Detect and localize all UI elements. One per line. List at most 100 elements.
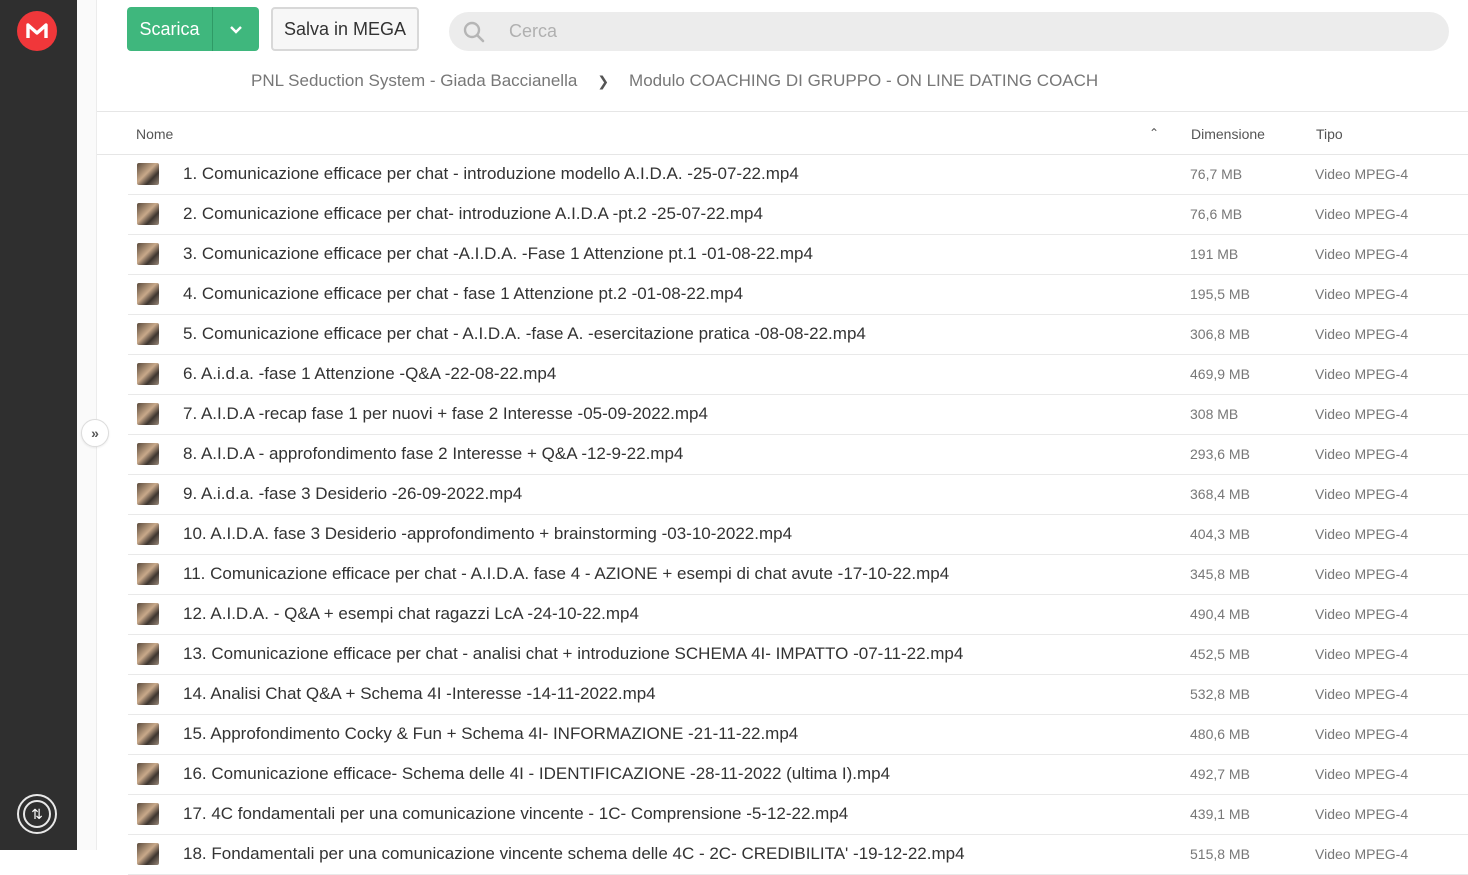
- file-type: Video MPEG-4: [1315, 166, 1409, 182]
- video-thumbnail: [137, 403, 159, 425]
- file-size: 532,8 MB: [1190, 686, 1250, 702]
- sidebar: ⇅: [0, 0, 77, 850]
- file-type: Video MPEG-4: [1315, 406, 1409, 422]
- file-name: 12. A.I.D.A. - Q&A + esempi chat ragazzi…: [183, 604, 639, 623]
- file-size: 490,4 MB: [1190, 606, 1250, 622]
- file-type: Video MPEG-4: [1315, 246, 1409, 262]
- chevron-right-icon: ❯: [597, 72, 610, 89]
- video-thumbnail: [137, 323, 159, 345]
- expand-sidebar-button[interactable]: »: [81, 419, 109, 447]
- file-name: 4. Comunicazione efficace per chat - fas…: [183, 284, 744, 303]
- table-row[interactable]: 5. Comunicazione efficace per chat - A.I…: [128, 315, 1468, 355]
- double-chevron-right-icon: »: [91, 425, 99, 441]
- file-size: 515,8 MB: [1190, 846, 1250, 862]
- file-type: Video MPEG-4: [1315, 726, 1409, 742]
- table-row[interactable]: 11. Comunicazione efficace per chat - A.…: [128, 555, 1468, 595]
- table-header: Nome ⌃ Dimensione Tipo: [97, 113, 1468, 155]
- video-thumbnail: [137, 283, 159, 305]
- download-options-button[interactable]: [213, 7, 259, 51]
- file-size: 345,8 MB: [1190, 566, 1250, 582]
- file-size: 306,8 MB: [1190, 326, 1250, 342]
- table-row[interactable]: 15. Approfondimento Cocky & Fun + Schema…: [128, 715, 1468, 755]
- file-type: Video MPEG-4: [1315, 526, 1409, 542]
- file-type: Video MPEG-4: [1315, 566, 1409, 582]
- video-thumbnail: [137, 723, 159, 745]
- file-type: Video MPEG-4: [1315, 326, 1409, 342]
- table-row[interactable]: 7. A.I.D.A -recap fase 1 per nuovi + fas…: [128, 395, 1468, 435]
- video-thumbnail: [137, 763, 159, 785]
- video-thumbnail: [137, 203, 159, 225]
- search-bar: [449, 12, 1449, 51]
- file-size: 492,7 MB: [1190, 766, 1250, 782]
- file-name: 16. Comunicazione efficace- Schema delle…: [183, 764, 891, 783]
- column-header-size[interactable]: Dimensione: [1191, 126, 1265, 142]
- download-button[interactable]: Scarica: [127, 7, 213, 51]
- file-size: 439,1 MB: [1190, 806, 1250, 822]
- breadcrumb: PNL Seduction System - Giada Baccianella…: [251, 71, 1098, 91]
- file-name: 18. Fondamentali per una comunicazione v…: [183, 844, 965, 863]
- file-size: 76,7 MB: [1190, 166, 1243, 182]
- search-icon: [449, 20, 499, 44]
- file-name: 3. Comunicazione efficace per chat -A.I.…: [183, 244, 813, 263]
- transfer-arrows-icon: ⇅: [23, 800, 51, 828]
- file-size: 469,9 MB: [1190, 366, 1250, 382]
- mega-logo[interactable]: [17, 11, 57, 51]
- sort-ascending-icon[interactable]: ⌃: [1149, 126, 1159, 140]
- table-row[interactable]: 13. Comunicazione efficace per chat - an…: [128, 635, 1468, 675]
- file-name: 15. Approfondimento Cocky & Fun + Schema…: [183, 724, 799, 743]
- file-type: Video MPEG-4: [1315, 366, 1409, 382]
- toolbar: Scarica Salva in MEGA PNL Seduction Syst…: [97, 0, 1468, 112]
- file-name: 13. Comunicazione efficace per chat - an…: [183, 644, 964, 663]
- file-name: 10. A.I.D.A. fase 3 Desiderio -approfond…: [183, 524, 793, 543]
- file-size: 308 MB: [1190, 406, 1239, 422]
- file-size: 293,6 MB: [1190, 446, 1250, 462]
- file-type: Video MPEG-4: [1315, 446, 1409, 462]
- table-row[interactable]: 8. A.I.D.A - approfondimento fase 2 Inte…: [128, 435, 1468, 475]
- video-thumbnail: [137, 843, 159, 865]
- chevron-down-icon: [230, 25, 242, 34]
- file-size: 195,5 MB: [1190, 286, 1250, 302]
- video-thumbnail: [137, 643, 159, 665]
- file-type: Video MPEG-4: [1315, 646, 1409, 662]
- column-header-name[interactable]: Nome: [136, 126, 173, 142]
- table-row[interactable]: 3. Comunicazione efficace per chat -A.I.…: [128, 235, 1468, 275]
- table-row[interactable]: 10. A.I.D.A. fase 3 Desiderio -approfond…: [128, 515, 1468, 555]
- video-thumbnail: [137, 523, 159, 545]
- table-row[interactable]: 4. Comunicazione efficace per chat - fas…: [128, 275, 1468, 315]
- file-name: 9. A.i.d.a. -fase 3 Desiderio -26-09-202…: [183, 484, 523, 503]
- search-input[interactable]: [509, 21, 1409, 42]
- table-row[interactable]: 12. A.I.D.A. - Q&A + esempi chat ragazzi…: [128, 595, 1468, 635]
- table-row[interactable]: 17. 4C fondamentali per una comunicazion…: [128, 795, 1468, 835]
- file-type: Video MPEG-4: [1315, 486, 1409, 502]
- file-size: 404,3 MB: [1190, 526, 1250, 542]
- video-thumbnail: [137, 683, 159, 705]
- table-row[interactable]: 18. Fondamentali per una comunicazione v…: [128, 835, 1468, 875]
- file-size: 191 MB: [1190, 246, 1239, 262]
- video-thumbnail: [137, 803, 159, 825]
- download-button-group: Scarica: [127, 7, 259, 51]
- table-row[interactable]: 1. Comunicazione efficace per chat - int…: [128, 155, 1468, 195]
- video-thumbnail: [137, 603, 159, 625]
- file-list: 1. Comunicazione efficace per chat - int…: [128, 155, 1468, 875]
- file-name: 6. A.i.d.a. -fase 1 Attenzione -Q&A -22-…: [183, 364, 557, 383]
- table-row[interactable]: 2. Comunicazione efficace per chat- intr…: [128, 195, 1468, 235]
- video-thumbnail: [137, 363, 159, 385]
- table-row[interactable]: 6. A.i.d.a. -fase 1 Attenzione -Q&A -22-…: [128, 355, 1468, 395]
- breadcrumb-parent[interactable]: PNL Seduction System - Giada Baccianella: [251, 71, 577, 91]
- file-type: Video MPEG-4: [1315, 806, 1409, 822]
- table-row[interactable]: 14. Analisi Chat Q&A + Schema 4I -Intere…: [128, 675, 1468, 715]
- column-header-type[interactable]: Tipo: [1316, 126, 1343, 142]
- file-type: Video MPEG-4: [1315, 206, 1409, 222]
- transfers-button[interactable]: ⇅: [17, 794, 57, 834]
- file-name: 1. Comunicazione efficace per chat - int…: [183, 164, 799, 183]
- save-to-mega-button[interactable]: Salva in MEGA: [271, 7, 419, 51]
- table-row[interactable]: 9. A.i.d.a. -fase 3 Desiderio -26-09-202…: [128, 475, 1468, 515]
- file-name: 7. A.I.D.A -recap fase 1 per nuovi + fas…: [183, 404, 708, 423]
- file-type: Video MPEG-4: [1315, 846, 1409, 862]
- table-row[interactable]: 16. Comunicazione efficace- Schema delle…: [128, 755, 1468, 795]
- file-name: 2. Comunicazione efficace per chat- intr…: [183, 204, 763, 223]
- file-type: Video MPEG-4: [1315, 286, 1409, 302]
- file-type: Video MPEG-4: [1315, 686, 1409, 702]
- video-thumbnail: [137, 443, 159, 465]
- video-thumbnail: [137, 163, 159, 185]
